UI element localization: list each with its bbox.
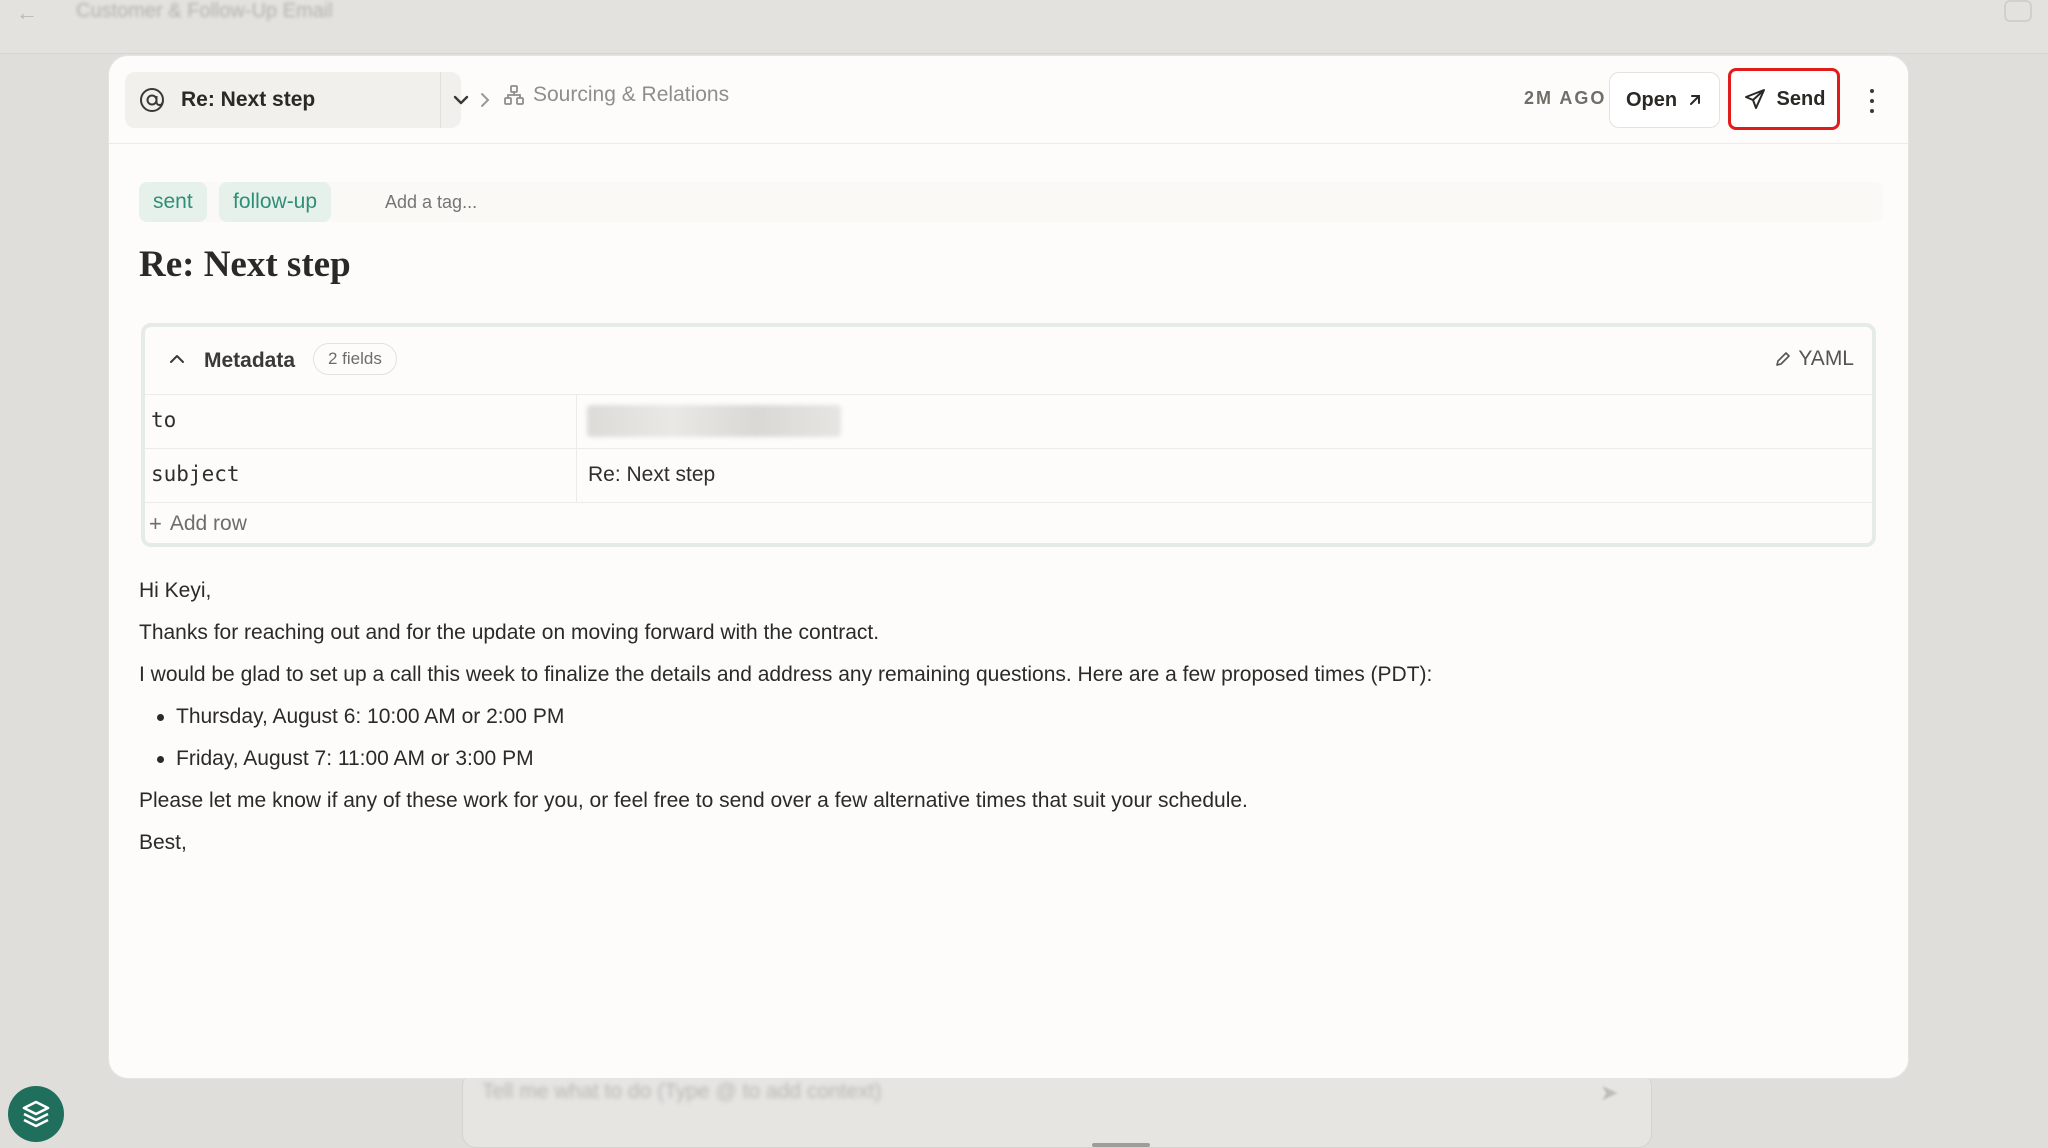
proposed-times-list: Thursday, August 6: 10:00 AM or 2:00 PM … bbox=[139, 696, 1879, 780]
email-closing: Best, bbox=[139, 831, 187, 854]
email-paragraph: Thanks for reaching out and for the upda… bbox=[139, 621, 880, 644]
tag-bar: sent follow-up bbox=[139, 182, 1883, 222]
add-tag-input[interactable] bbox=[385, 192, 585, 213]
metadata-panel: Metadata 2 fields YAML to subject Re: Ne… bbox=[141, 323, 1876, 547]
yaml-edit-button[interactable]: YAML bbox=[1774, 347, 1854, 371]
send-button[interactable]: Send bbox=[1728, 68, 1840, 130]
open-button-label: Open bbox=[1625, 88, 1678, 111]
panel-toggle-icon[interactable] bbox=[2004, 0, 2032, 22]
plus-icon: + bbox=[149, 511, 162, 536]
at-sign-icon bbox=[140, 88, 164, 112]
card-header: Re: Next step Sourcing & Relations 2M AG… bbox=[109, 56, 1908, 144]
yaml-label: YAML bbox=[1798, 347, 1854, 370]
chevron-down-icon[interactable] bbox=[449, 88, 473, 112]
back-arrow-icon[interactable]: ← bbox=[16, 0, 40, 25]
arrow-up-right-icon bbox=[1690, 95, 1701, 105]
field-count-badge: 2 fields bbox=[313, 343, 397, 375]
chevron-right-icon bbox=[481, 93, 490, 107]
document-selector[interactable]: Re: Next step bbox=[125, 72, 469, 128]
redacted-email-value[interactable] bbox=[587, 405, 841, 437]
list-item: Thursday, August 6: 10:00 AM or 2:00 PM bbox=[139, 696, 1879, 738]
metadata-row-to: to bbox=[145, 395, 1872, 449]
document-card: Re: Next step Sourcing & Relations 2M AG… bbox=[108, 55, 1909, 1079]
background-send-icon[interactable]: ➤ bbox=[1600, 1080, 1628, 1108]
background-window-title: Customer & Follow-Up Email bbox=[76, 0, 333, 22]
metadata-label: Metadata bbox=[204, 349, 296, 372]
hierarchy-icon bbox=[504, 85, 524, 105]
field-key[interactable]: to bbox=[151, 408, 176, 432]
breadcrumb[interactable]: Sourcing & Relations bbox=[503, 83, 729, 107]
send-button-label: Send bbox=[1776, 87, 1826, 110]
document-selector-title: Re: Next step bbox=[181, 88, 316, 111]
add-row-button[interactable]: + Add row bbox=[149, 511, 247, 537]
field-value[interactable]: Re: Next step bbox=[588, 463, 715, 487]
email-paragraph: I would be glad to set up a call this we… bbox=[139, 663, 1433, 686]
chevron-up-icon[interactable] bbox=[167, 349, 187, 369]
last-edited-time: 2M AGO bbox=[1524, 88, 1607, 108]
selector-divider bbox=[440, 72, 441, 128]
metadata-header[interactable]: Metadata 2 fields YAML bbox=[145, 327, 1872, 395]
email-body[interactable]: Hi Keyi, Thanks for reaching out and for… bbox=[139, 570, 1879, 864]
add-row-label: Add row bbox=[169, 512, 247, 535]
more-options-icon[interactable] bbox=[1860, 86, 1884, 116]
app-logo-icon[interactable] bbox=[8, 1086, 64, 1142]
email-paragraph: Please let me know if any of these work … bbox=[139, 789, 1248, 812]
breadcrumb-label: Sourcing & Relations bbox=[533, 83, 730, 106]
background-prompt-placeholder: Tell me what to do (Type @ to add contex… bbox=[482, 1080, 882, 1103]
metadata-row-subject: subject Re: Next step bbox=[145, 449, 1872, 503]
open-button[interactable]: Open bbox=[1609, 72, 1720, 128]
email-greeting: Hi Keyi, bbox=[139, 579, 212, 602]
field-key[interactable]: subject bbox=[151, 462, 240, 486]
list-item: Friday, August 7: 11:00 AM or 3:00 PM bbox=[139, 738, 1879, 780]
tag-follow-up[interactable]: follow-up bbox=[219, 182, 332, 222]
document-title[interactable]: Re: Next step bbox=[139, 243, 351, 286]
paper-plane-icon bbox=[1744, 89, 1765, 109]
resize-handle[interactable] bbox=[1092, 1143, 1150, 1147]
tag-sent[interactable]: sent bbox=[139, 182, 207, 222]
pencil-icon bbox=[1776, 352, 1791, 366]
